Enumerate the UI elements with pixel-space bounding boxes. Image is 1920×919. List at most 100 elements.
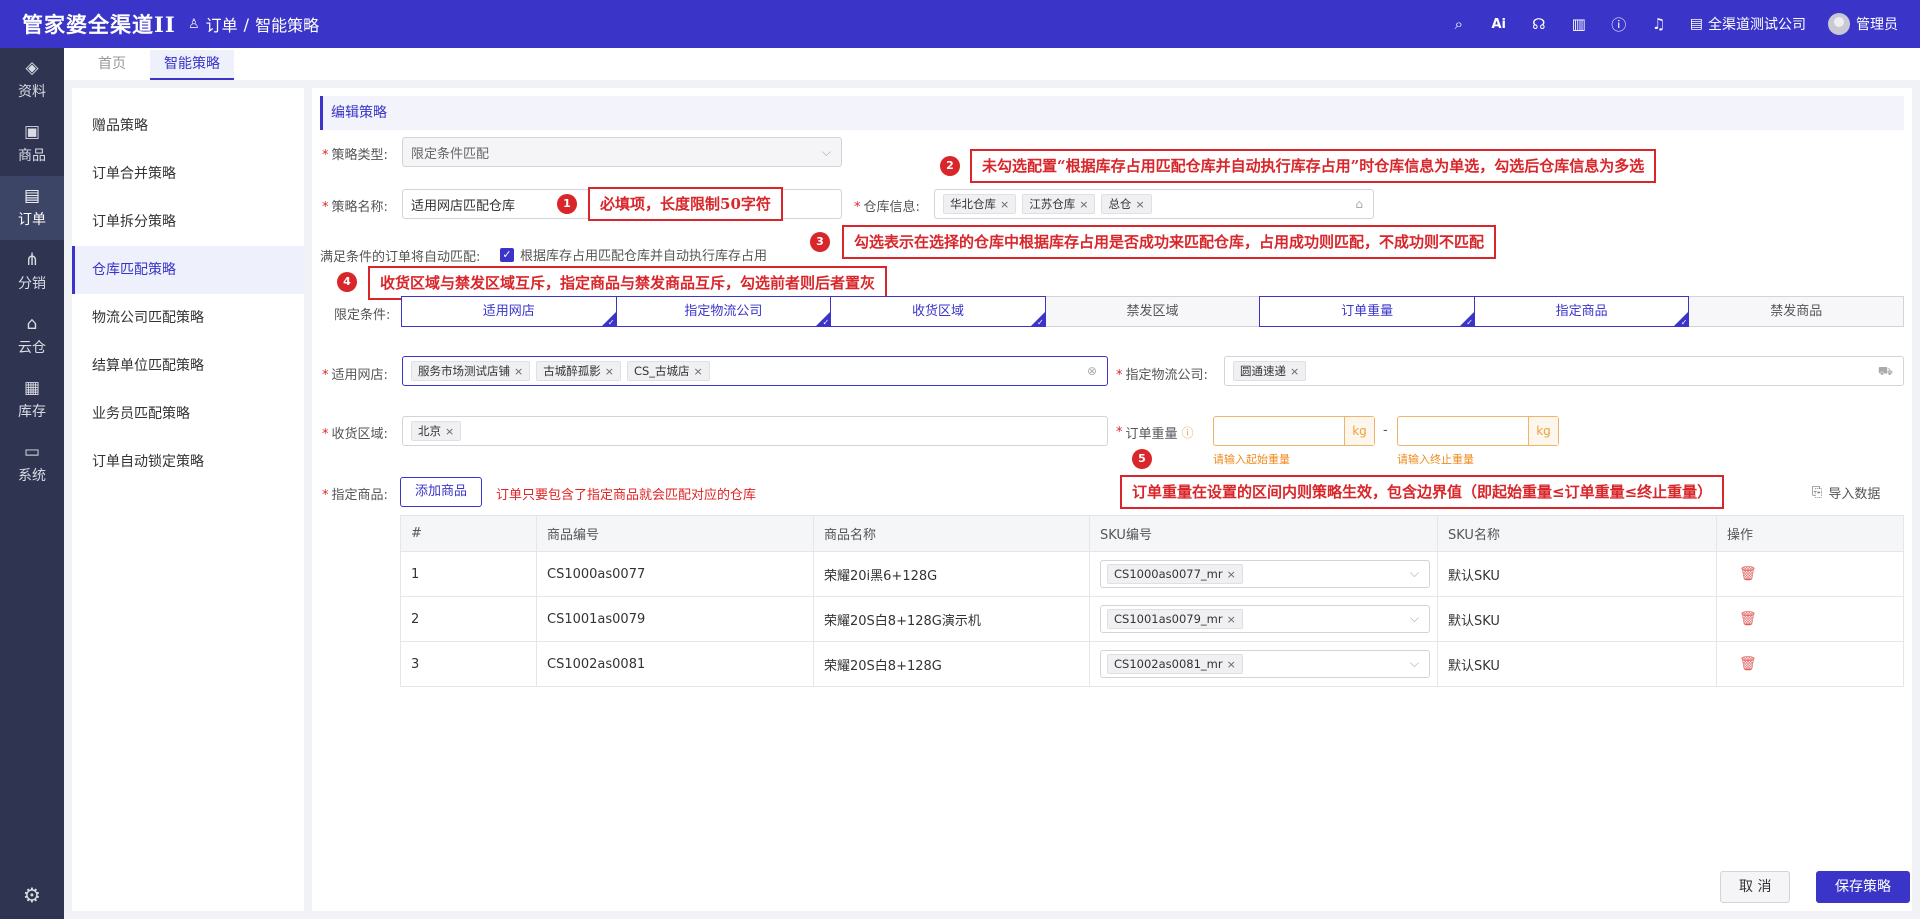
strategy-item[interactable]: 赠品策略 [72,102,304,150]
strategy-item[interactable]: 订单自动锁定策略 [72,438,304,486]
nav-item-inventory[interactable]: ▦ 库存 [0,368,64,432]
condition-banned-region[interactable]: 禁发区域 [1044,296,1261,327]
weight-unit: kg [1528,417,1558,445]
strategy-item[interactable]: 业务员匹配策略 [72,390,304,438]
chevron-down-icon: ⌵ [1409,656,1419,670]
logistics-select[interactable]: 圆通速递 × ⛟ [1224,356,1904,386]
chevron-down-icon: ⌵ [1409,566,1419,580]
condition-logistics[interactable]: 指定物流公司 [615,296,832,330]
callout-note: 订单重量在设置的区间内则策略生效，包含边界值（即起始重量≤订单重量≤终止重量） [1120,475,1725,509]
import-label: 导入数据 [1828,487,1881,502]
condition-shop[interactable]: 适用网店 [401,296,617,330]
add-goods-button[interactable]: 添加商品 [400,477,483,507]
close-icon: × [604,364,614,378]
ai-icon[interactable]: Ai [1490,15,1508,33]
cancel-button[interactable]: 取 消 [1720,871,1791,903]
search-icon[interactable]: ⌕ [1450,15,1468,33]
tab-home[interactable]: 首页 [84,50,140,80]
shop-tag[interactable]: CS_古城店 × [626,361,710,381]
condition-weight[interactable]: 订单重量 [1259,296,1475,330]
goods-label: * 指定商品: [322,488,388,503]
nav-item-orders[interactable]: ▤ 订单 [0,176,64,240]
bell-icon[interactable]: ♫ [1650,15,1668,33]
warehouse-tag[interactable]: 江苏仓库 × [1022,194,1096,214]
shop-tag[interactable]: 服务市场测试店铺 × [411,361,531,381]
support-icon[interactable]: ☊ [1530,15,1548,33]
chevron-down-icon: ⌵ [821,145,831,159]
strategy-type-value: 限定条件匹配 [411,146,490,162]
sku-tag[interactable]: CS1000as0077_mr × [1107,564,1243,584]
cloud-warehouse-icon: ⌂ [26,313,38,334]
condition-banned-goods[interactable]: 禁发商品 [1688,296,1905,327]
weight-start-input[interactable]: kg [1213,416,1375,446]
nav-label: 库存 [18,403,46,420]
box-icon: ▣ [23,121,41,142]
strategy-item[interactable]: 结算单位匹配策略 [72,342,304,390]
region-select[interactable]: 北京 × [402,416,1108,446]
import-data-button[interactable]: ⎘ 导入数据 [1812,483,1880,502]
help-icon[interactable]: ⓘ [1610,15,1628,34]
strategy-item-active[interactable]: 仓库匹配策略 [72,246,304,294]
table-row: 2 CS1001as0079 荣耀20S白8+128G演示机 CS1001as0… [400,596,1904,642]
import-icon: ⎘ [1812,485,1823,500]
nav-item-goods[interactable]: ▣ 商品 [0,112,64,176]
tab-smart-strategy[interactable]: 智能策略 [150,50,234,80]
table-row: 3 CS1002as0081 荣耀20S白8+128G CS1002as0081… [400,641,1904,687]
close-icon: × [445,424,455,438]
close-icon: × [1226,567,1236,581]
company-switcher[interactable]: ▤ 全渠道测试公司 [1690,14,1806,34]
goods-code: CS1002as0081 [536,641,814,687]
user-name: 管理员 [1856,17,1898,33]
table-header-row: # 商品编号 商品名称 SKU编号 SKU名称 操作 [400,515,1904,552]
app-logo[interactable]: 管家婆全渠道II [0,9,188,39]
clear-icon[interactable]: ⊗ [1087,364,1097,378]
sku-select[interactable]: CS1001as0079_mr × ⌵ [1100,605,1430,633]
layers-icon: ◈ [25,57,39,78]
sku-select[interactable]: CS1000as0077_mr × ⌵ [1100,560,1430,588]
row-number: 3 [400,641,537,687]
close-icon: × [1226,657,1236,671]
warehouse-tag[interactable]: 华北仓库 × [943,194,1017,214]
save-strategy-button[interactable]: 保存策略 [1816,871,1910,903]
user-menu[interactable]: 管理员 [1828,13,1898,35]
nav-item-distribution[interactable]: ⋔ 分销 [0,240,64,304]
section-title: 编辑策略 [320,96,1904,130]
sku-select[interactable]: CS1002as0081_mr × ⌵ [1100,650,1430,678]
auto-match-checkbox[interactable]: ✓ 根据库存占用匹配仓库并自动执行库存占用 [500,245,767,264]
warehouse-tag[interactable]: 总仓 × [1101,194,1152,214]
checkbox-checked-icon[interactable]: ✓ [500,247,514,262]
top-bar: 管家婆全渠道II ♙ 订单 / 智能策略 ⌕ Ai ☊ ▥ ⓘ ♫ ▤ 全渠道测… [0,0,1920,48]
strategy-item[interactable]: 订单合并策略 [72,150,304,198]
nav-item-system[interactable]: ▭ 系统 [0,432,64,496]
settings-gear-icon[interactable]: ⚙ [0,883,64,907]
book-icon[interactable]: ▥ [1570,15,1588,33]
shop-select[interactable]: 服务市场测试店铺 × 古城醉孤影 × CS_古城店 × ⊗ [402,356,1108,386]
nav-item-data[interactable]: ◈ 资料 [0,48,64,112]
type-label: * 策略类型: [322,148,388,163]
sku-tag[interactable]: CS1001as0079_mr × [1107,609,1243,629]
region-tag[interactable]: 北京 × [411,421,462,441]
nav-item-cloud-warehouse[interactable]: ⌂ 云仓 [0,304,64,368]
trash-icon[interactable]: 🗑 [1727,611,1757,627]
condition-goods[interactable]: 指定商品 [1473,296,1690,330]
condition-region[interactable]: 收货区域 [830,296,1046,330]
strategy-type-select[interactable]: 限定条件匹配 ⌵ [402,137,842,167]
chevron-down-icon: ⌵ [1409,611,1419,625]
goods-code: CS1001as0079 [536,596,814,642]
sku-tag[interactable]: CS1002as0081_mr × [1107,654,1243,674]
logistics-tag[interactable]: 圆通速递 × [1233,361,1307,381]
shop-tag[interactable]: 古城醉孤影 × [536,361,621,381]
breadcrumb-item[interactable]: 订单 [206,12,238,36]
strategy-item[interactable]: 物流公司匹配策略 [72,294,304,342]
trash-icon[interactable]: 🗑 [1727,566,1757,582]
auto-match-checkbox-label: 根据库存占用匹配仓库并自动执行库存占用 [520,249,768,264]
strategy-name-value: 适用网店匹配仓库 [411,198,516,214]
weight-end-input[interactable]: kg [1397,416,1559,446]
trash-icon[interactable]: 🗑 [1727,656,1757,672]
row-number: 2 [400,596,537,642]
close-icon: × [1226,612,1236,626]
close-icon: × [1290,364,1300,378]
goods-name: 荣耀20S白8+128G [813,641,1090,687]
strategy-item[interactable]: 订单拆分策略 [72,198,304,246]
warehouse-select[interactable]: 华北仓库 × 江苏仓库 × 总仓 × ⌂ [934,189,1374,219]
